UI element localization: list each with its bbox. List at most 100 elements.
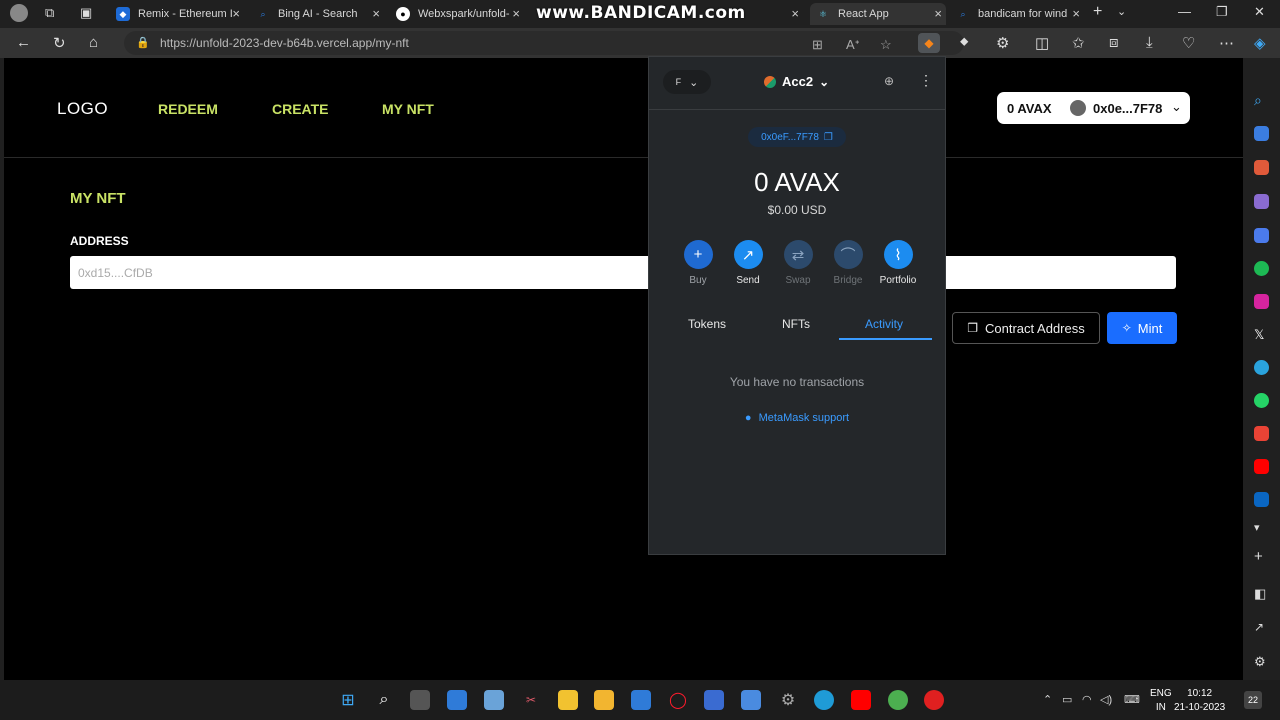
volume-icon[interactable]: ◁)	[1100, 693, 1112, 706]
tab-actions-icon[interactable]: ▣	[80, 5, 92, 21]
mint-button[interactable]: ✧ Mint	[1107, 312, 1177, 344]
close-icon[interactable]: ×	[232, 6, 240, 21]
address-input[interactable]: 0xd15....CfDB	[70, 256, 1176, 289]
nav-redeem[interactable]: REDEEM	[158, 101, 218, 117]
opera-icon[interactable]: ◯	[668, 690, 688, 710]
buy-button[interactable]: + Buy	[678, 240, 718, 286]
close-icon[interactable]: ×	[791, 6, 799, 21]
games-icon[interactable]	[1254, 194, 1269, 209]
youtube-icon[interactable]	[1254, 459, 1269, 474]
bandicam-record-icon[interactable]	[924, 690, 944, 710]
app-available-icon[interactable]: ⊞	[812, 37, 823, 53]
close-window-icon[interactable]: ✕	[1254, 4, 1265, 20]
linkedin-icon[interactable]	[1254, 492, 1269, 507]
connected-sites-icon[interactable]: ⊕	[884, 74, 894, 88]
contract-address-button[interactable]: ❐ Contract Address	[952, 312, 1100, 344]
account-selector[interactable]: Acc2 ⌄	[764, 74, 829, 89]
search-icon[interactable]: ⌕	[374, 690, 394, 710]
copilot-icon[interactable]: ◈	[1254, 34, 1266, 52]
url-text[interactable]: https://unfold-2023-dev-b64b.vercel.app/…	[160, 36, 409, 50]
swap-button[interactable]: ⇄ Swap	[778, 240, 818, 286]
tab-nfts[interactable]: NFTs	[782, 317, 810, 331]
photos-icon[interactable]	[484, 690, 504, 710]
shopping-icon[interactable]	[1254, 126, 1269, 141]
minimize-icon[interactable]: —	[1178, 4, 1191, 19]
portfolio-button[interactable]: ⌇ Portfolio	[878, 240, 918, 286]
tab-react-app[interactable]: ⚛ React App ×	[810, 3, 946, 25]
kebab-menu-icon[interactable]: ⋮	[919, 72, 933, 89]
wifi-icon[interactable]: ◠	[1082, 693, 1092, 706]
site-logo[interactable]: LOGO	[57, 99, 108, 119]
task-view-icon[interactable]	[410, 690, 430, 710]
close-icon[interactable]: ×	[934, 6, 942, 21]
send-button[interactable]: ↗ Send	[728, 240, 768, 286]
tab-github[interactable]: ● Webxspark/unfold- ×	[390, 3, 524, 25]
calculator-icon[interactable]	[704, 690, 724, 710]
bridge-button[interactable]: ⌒ Bridge	[828, 240, 868, 286]
close-icon[interactable]: ×	[372, 6, 380, 21]
favorite-star-icon[interactable]: ☆	[880, 37, 892, 53]
whatsapp-icon[interactable]	[1254, 393, 1269, 408]
keyboard-icon[interactable]: ⌨	[1124, 693, 1140, 706]
tray-chevron-icon[interactable]: ⌃	[1043, 693, 1052, 706]
clock[interactable]: 10:12 21-10-2023	[1174, 687, 1225, 715]
language-indicator[interactable]: ENG IN	[1150, 687, 1172, 715]
sticky-notes-icon[interactable]	[558, 690, 578, 710]
tab-tokens[interactable]: Tokens	[688, 317, 726, 331]
copy-address-button[interactable]: 0x0eF...7F78 ❐	[748, 127, 846, 147]
notepad-icon[interactable]	[741, 690, 761, 710]
settings-icon[interactable]: ⚙	[778, 690, 798, 710]
gmail-icon[interactable]	[1254, 426, 1269, 441]
wallet-connect-button[interactable]: 0 AVAX 0x0e...7F78 ⌄	[997, 92, 1190, 124]
sidebar-toggle-icon[interactable]: ◧	[1254, 586, 1269, 601]
nav-create[interactable]: CREATE	[272, 101, 329, 117]
home-icon[interactable]: ⌂	[89, 34, 98, 51]
tools-icon[interactable]	[1254, 160, 1269, 175]
widgets-icon[interactable]	[447, 690, 467, 710]
downloads-icon[interactable]: ⤓	[1146, 34, 1153, 51]
snipping-icon[interactable]: ✂	[521, 690, 541, 710]
instagram-icon[interactable]	[1254, 294, 1269, 309]
spotify-icon[interactable]	[1254, 261, 1269, 276]
close-icon[interactable]: ×	[512, 6, 520, 21]
notification-badge[interactable]: 22	[1244, 691, 1262, 709]
url-box[interactable]: 🔒 https://unfold-2023-dev-b64b.vercel.ap…	[124, 31, 964, 55]
collections-icon[interactable]: ⧈	[1109, 34, 1119, 51]
office-icon[interactable]	[1254, 228, 1269, 243]
close-icon[interactable]: ×	[1072, 6, 1080, 21]
tab-bandicam-search[interactable]: ⌕ bandicam for wind ×	[950, 3, 1084, 25]
search-icon[interactable]: ⌕	[1254, 92, 1269, 108]
file-explorer-icon[interactable]	[594, 690, 614, 710]
youtube-icon[interactable]	[851, 690, 871, 710]
telegram-icon[interactable]	[1254, 360, 1269, 375]
extension-pin-icon[interactable]: ⬥	[960, 34, 968, 49]
chevron-down-icon[interactable]: ▾	[1254, 521, 1269, 536]
tab-list-chevron-icon[interactable]: ⌄	[1117, 5, 1126, 18]
workspaces-icon[interactable]: ⧉	[45, 5, 54, 21]
x-twitter-icon[interactable]: 𝕏	[1254, 327, 1269, 342]
edge-icon[interactable]	[814, 690, 834, 710]
new-tab-icon[interactable]: +	[1093, 3, 1102, 21]
back-icon[interactable]: ←	[16, 34, 31, 51]
open-external-icon[interactable]: ↗	[1254, 620, 1269, 635]
metamask-extension-icon[interactable]: ◆	[918, 33, 940, 53]
tab-remix[interactable]: ◆ Remix - Ethereum I ×	[110, 3, 244, 25]
browser-essentials-icon[interactable]: ♡	[1182, 34, 1195, 52]
settings-icon[interactable]: ⚙	[1254, 654, 1269, 669]
nav-my-nft[interactable]: MY NFT	[382, 101, 434, 117]
windows-start-icon[interactable]: ⊞	[338, 690, 358, 710]
network-selector[interactable]: F ⌄	[663, 70, 711, 94]
tab-bing[interactable]: ⌕ Bing AI - Search ×	[250, 3, 384, 25]
add-icon[interactable]: +	[1254, 548, 1269, 565]
split-screen-icon[interactable]: ◫	[1035, 34, 1049, 52]
extensions-icon[interactable]: ⚙	[996, 34, 1009, 52]
chrome-icon[interactable]	[888, 690, 908, 710]
refresh-icon[interactable]: ↻	[53, 34, 66, 52]
maximize-icon[interactable]: ❐	[1216, 4, 1228, 20]
support-link[interactable]: ● MetaMask support	[649, 412, 945, 424]
tab-activity[interactable]: Activity	[865, 317, 903, 331]
store-icon[interactable]	[631, 690, 651, 710]
favorites-icon[interactable]: ✩	[1072, 34, 1085, 52]
more-options-icon[interactable]: ⋯	[1219, 34, 1234, 52]
profile-avatar[interactable]	[10, 4, 28, 22]
